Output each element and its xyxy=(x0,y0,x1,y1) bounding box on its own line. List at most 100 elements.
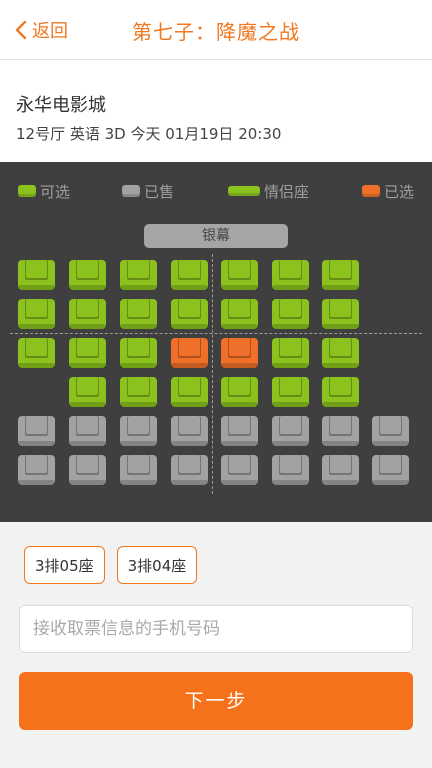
seat-available[interactable] xyxy=(221,377,258,407)
selected-seat-chip[interactable]: 3排04座 xyxy=(116,546,198,584)
seat-available[interactable] xyxy=(120,377,157,407)
seat-sold xyxy=(322,455,359,485)
seat-available[interactable] xyxy=(272,338,309,368)
seat-icon xyxy=(120,338,157,368)
couple-seat-icon xyxy=(228,186,260,196)
seat-available[interactable] xyxy=(322,338,359,368)
phone-number-input[interactable] xyxy=(19,605,413,653)
seat-icon xyxy=(18,260,55,290)
selected-seat-chip[interactable]: 3排05座 xyxy=(24,546,105,584)
available-seat-icon xyxy=(18,185,36,197)
seat-sold xyxy=(120,455,157,485)
seat-icon xyxy=(322,338,359,368)
seat-available[interactable] xyxy=(171,299,208,329)
seat-icon xyxy=(272,377,309,407)
seat-icon xyxy=(221,377,258,407)
seat-icon xyxy=(171,338,208,368)
selected-seats: 3排05座 3排04座 xyxy=(24,546,198,584)
seat-icon xyxy=(120,299,157,329)
seat-available[interactable] xyxy=(18,299,55,329)
seat-icon xyxy=(221,299,258,329)
seat-icon xyxy=(221,455,258,485)
seat-available[interactable] xyxy=(171,260,208,290)
seat-sold xyxy=(272,455,309,485)
seat-available[interactable] xyxy=(272,260,309,290)
legend-label: 情侣座 xyxy=(264,182,310,201)
seat-icon xyxy=(171,299,208,329)
seat-available[interactable] xyxy=(18,260,55,290)
seat-icon xyxy=(322,260,359,290)
seat-icon xyxy=(171,416,208,446)
seat-sold xyxy=(18,416,55,446)
seat-sold xyxy=(18,455,55,485)
seat-available[interactable] xyxy=(272,299,309,329)
seat-icon xyxy=(272,455,309,485)
seat-icon xyxy=(69,416,106,446)
seat-available[interactable] xyxy=(171,377,208,407)
seat-available[interactable] xyxy=(120,299,157,329)
seat-sold xyxy=(171,416,208,446)
seat-icon xyxy=(322,416,359,446)
seat-sold xyxy=(372,455,409,485)
legend-selected: 已选 xyxy=(362,180,414,202)
legend-label: 可选 xyxy=(40,182,71,201)
legend-label: 已售 xyxy=(144,182,175,201)
next-step-button[interactable]: 下一步 xyxy=(19,672,413,730)
seat-icon xyxy=(18,299,55,329)
seat-map: 可选 已售 情侣座 已选 银幕 xyxy=(0,162,432,522)
seat-sold xyxy=(69,455,106,485)
seat-icon xyxy=(272,260,309,290)
seat-icon xyxy=(69,260,106,290)
page-title: 第七子：降魔之战 xyxy=(132,20,300,44)
seat-icon xyxy=(18,455,55,485)
seat-icon xyxy=(69,299,106,329)
seat-available[interactable] xyxy=(221,260,258,290)
seat-icon xyxy=(221,416,258,446)
seat-available[interactable] xyxy=(221,299,258,329)
seat-available[interactable] xyxy=(69,338,106,368)
seat-available[interactable] xyxy=(69,377,106,407)
seat-icon xyxy=(372,416,409,446)
seat-available[interactable] xyxy=(120,338,157,368)
seat-sold xyxy=(372,416,409,446)
sold-seat-icon xyxy=(122,185,140,197)
seat-icon xyxy=(120,260,157,290)
seat-icon xyxy=(221,260,258,290)
seat-sold xyxy=(221,416,258,446)
legend-label: 已选 xyxy=(384,182,415,201)
seat-available[interactable] xyxy=(322,377,359,407)
showtime-info: 12号厅 英语 3D 今天 01月19日 20:30 xyxy=(16,125,282,143)
seat-icon xyxy=(120,455,157,485)
seat-selected[interactable] xyxy=(171,338,208,368)
seat-selected[interactable] xyxy=(221,338,258,368)
seat-sold xyxy=(171,455,208,485)
seat-available[interactable] xyxy=(272,377,309,407)
seat-icon xyxy=(69,455,106,485)
seat-available[interactable] xyxy=(69,299,106,329)
seat-available[interactable] xyxy=(322,260,359,290)
seat-sold xyxy=(120,416,157,446)
seat-icon xyxy=(221,338,258,368)
seat-icon xyxy=(69,377,106,407)
seat-available[interactable] xyxy=(120,260,157,290)
seat-sold xyxy=(69,416,106,446)
seat-icon xyxy=(272,299,309,329)
seat-icon xyxy=(322,455,359,485)
seat-available[interactable] xyxy=(69,260,106,290)
seat-icon xyxy=(120,377,157,407)
center-divider-horizontal xyxy=(10,333,422,334)
seat-icon xyxy=(322,377,359,407)
legend-sold: 已售 xyxy=(122,180,174,202)
legend-available: 可选 xyxy=(18,180,70,202)
seat-sold xyxy=(322,416,359,446)
selected-seat-icon xyxy=(362,185,380,197)
screen-label: 银幕 xyxy=(144,224,288,248)
seat-icon xyxy=(372,455,409,485)
seat-available[interactable] xyxy=(322,299,359,329)
seat-icon xyxy=(69,338,106,368)
seat-available[interactable] xyxy=(18,338,55,368)
seat-icon xyxy=(18,338,55,368)
seat-icon xyxy=(171,455,208,485)
cinema-name: 永华电影城 xyxy=(16,95,106,116)
legend-couple: 情侣座 xyxy=(228,180,309,202)
